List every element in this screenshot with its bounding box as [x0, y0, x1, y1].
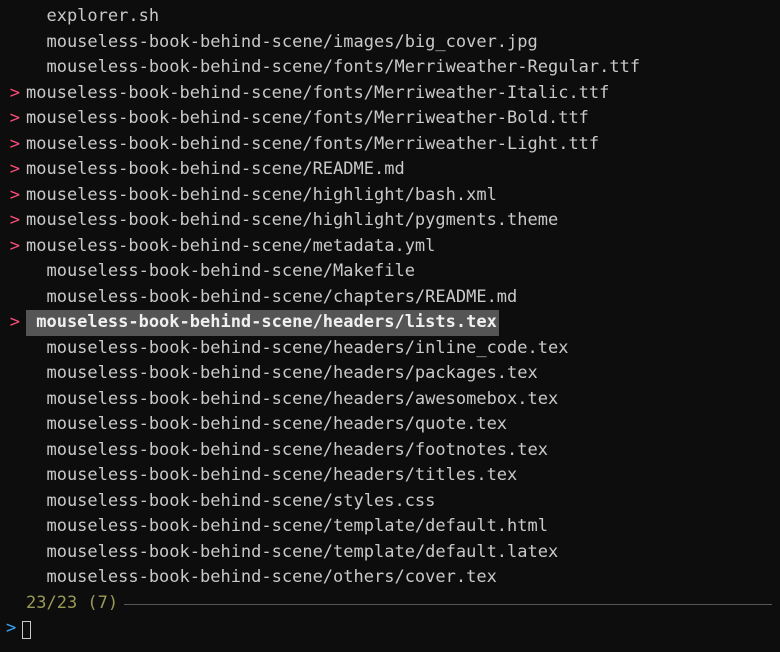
- file-path: mouseless-book-behind-scene/headers/awes…: [26, 387, 558, 413]
- marker-icon: >: [0, 234, 20, 260]
- file-path: mouseless-book-behind-scene/Makefile: [26, 259, 415, 285]
- marker-icon: >: [0, 106, 20, 132]
- list-item[interactable]: mouseless-book-behind-scene/styles.css: [0, 489, 780, 515]
- divider-rule: [124, 604, 772, 605]
- marker-icon: >: [0, 157, 20, 183]
- file-path: mouseless-book-behind-scene/fonts/Merriw…: [26, 81, 609, 107]
- file-path: mouseless-book-behind-scene/headers/titl…: [26, 463, 517, 489]
- file-path: mouseless-book-behind-scene/metadata.yml: [26, 234, 435, 260]
- list-item[interactable]: >mouseless-book-behind-scene/fonts/Merri…: [0, 106, 780, 132]
- match-count: 23/23 (7): [0, 591, 118, 617]
- fzf-result-list[interactable]: explorer.sh mouseless-book-behind-scene/…: [0, 4, 780, 591]
- file-path: mouseless-book-behind-scene/template/def…: [26, 514, 548, 540]
- list-item[interactable]: mouseless-book-behind-scene/Makefile: [0, 259, 780, 285]
- file-path: mouseless-book-behind-scene/fonts/Merriw…: [26, 106, 589, 132]
- list-item[interactable]: mouseless-book-behind-scene/chapters/REA…: [0, 285, 780, 311]
- file-path: mouseless-book-behind-scene/fonts/Merriw…: [26, 55, 640, 81]
- list-item[interactable]: >mouseless-book-behind-scene/fonts/Merri…: [0, 81, 780, 107]
- list-item[interactable]: mouseless-book-behind-scene/headers/quot…: [0, 412, 780, 438]
- prompt-chevron-icon: >: [6, 616, 22, 642]
- file-path: mouseless-book-behind-scene/others/cover…: [26, 565, 497, 591]
- list-item[interactable]: mouseless-book-behind-scene/headers/foot…: [0, 438, 780, 464]
- file-path: mouseless-book-behind-scene/headers/quot…: [26, 412, 507, 438]
- file-path: mouseless-book-behind-scene/headers/inli…: [26, 336, 568, 362]
- list-item[interactable]: mouseless-book-behind-scene/images/big_c…: [0, 30, 780, 56]
- list-item[interactable]: mouseless-book-behind-scene/others/cover…: [0, 565, 780, 591]
- file-path: mouseless-book-behind-scene/template/def…: [26, 540, 558, 566]
- file-path: mouseless-book-behind-scene/headers/pack…: [26, 361, 538, 387]
- list-item[interactable]: mouseless-book-behind-scene/template/def…: [0, 540, 780, 566]
- marker-icon: >: [0, 81, 20, 107]
- marker-icon: >: [0, 183, 20, 209]
- list-item[interactable]: > mouseless-book-behind-scene/headers/li…: [0, 310, 780, 336]
- list-item[interactable]: explorer.sh: [0, 4, 780, 30]
- marker-icon: >: [0, 310, 20, 336]
- list-item[interactable]: >mouseless-book-behind-scene/README.md: [0, 157, 780, 183]
- file-path: mouseless-book-behind-scene/highlight/py…: [26, 208, 558, 234]
- list-item[interactable]: >mouseless-book-behind-scene/metadata.ym…: [0, 234, 780, 260]
- list-item[interactable]: mouseless-book-behind-scene/fonts/Merriw…: [0, 55, 780, 81]
- list-item[interactable]: >mouseless-book-behind-scene/highlight/b…: [0, 183, 780, 209]
- prompt-row[interactable]: >: [0, 616, 780, 642]
- list-item[interactable]: mouseless-book-behind-scene/headers/titl…: [0, 463, 780, 489]
- text-cursor: [22, 621, 31, 639]
- list-item[interactable]: >mouseless-book-behind-scene/fonts/Merri…: [0, 132, 780, 158]
- file-path: mouseless-book-behind-scene/styles.css: [26, 489, 435, 515]
- file-path: mouseless-book-behind-scene/README.md: [26, 157, 405, 183]
- file-path: mouseless-book-behind-scene/images/big_c…: [26, 30, 538, 56]
- list-item[interactable]: mouseless-book-behind-scene/headers/awes…: [0, 387, 780, 413]
- list-item[interactable]: mouseless-book-behind-scene/headers/inli…: [0, 336, 780, 362]
- file-path: mouseless-book-behind-scene/headers/list…: [26, 310, 499, 336]
- file-path: mouseless-book-behind-scene/highlight/ba…: [26, 183, 497, 209]
- file-path: mouseless-book-behind-scene/fonts/Merriw…: [26, 132, 599, 158]
- marker-icon: >: [0, 132, 20, 158]
- list-item[interactable]: >mouseless-book-behind-scene/highlight/p…: [0, 208, 780, 234]
- list-item[interactable]: mouseless-book-behind-scene/headers/pack…: [0, 361, 780, 387]
- status-row: 23/23 (7): [0, 591, 780, 617]
- marker-icon: >: [0, 208, 20, 234]
- file-path: mouseless-book-behind-scene/headers/foot…: [26, 438, 548, 464]
- file-path: explorer.sh: [26, 4, 159, 30]
- list-item[interactable]: mouseless-book-behind-scene/template/def…: [0, 514, 780, 540]
- file-path: mouseless-book-behind-scene/chapters/REA…: [26, 285, 517, 311]
